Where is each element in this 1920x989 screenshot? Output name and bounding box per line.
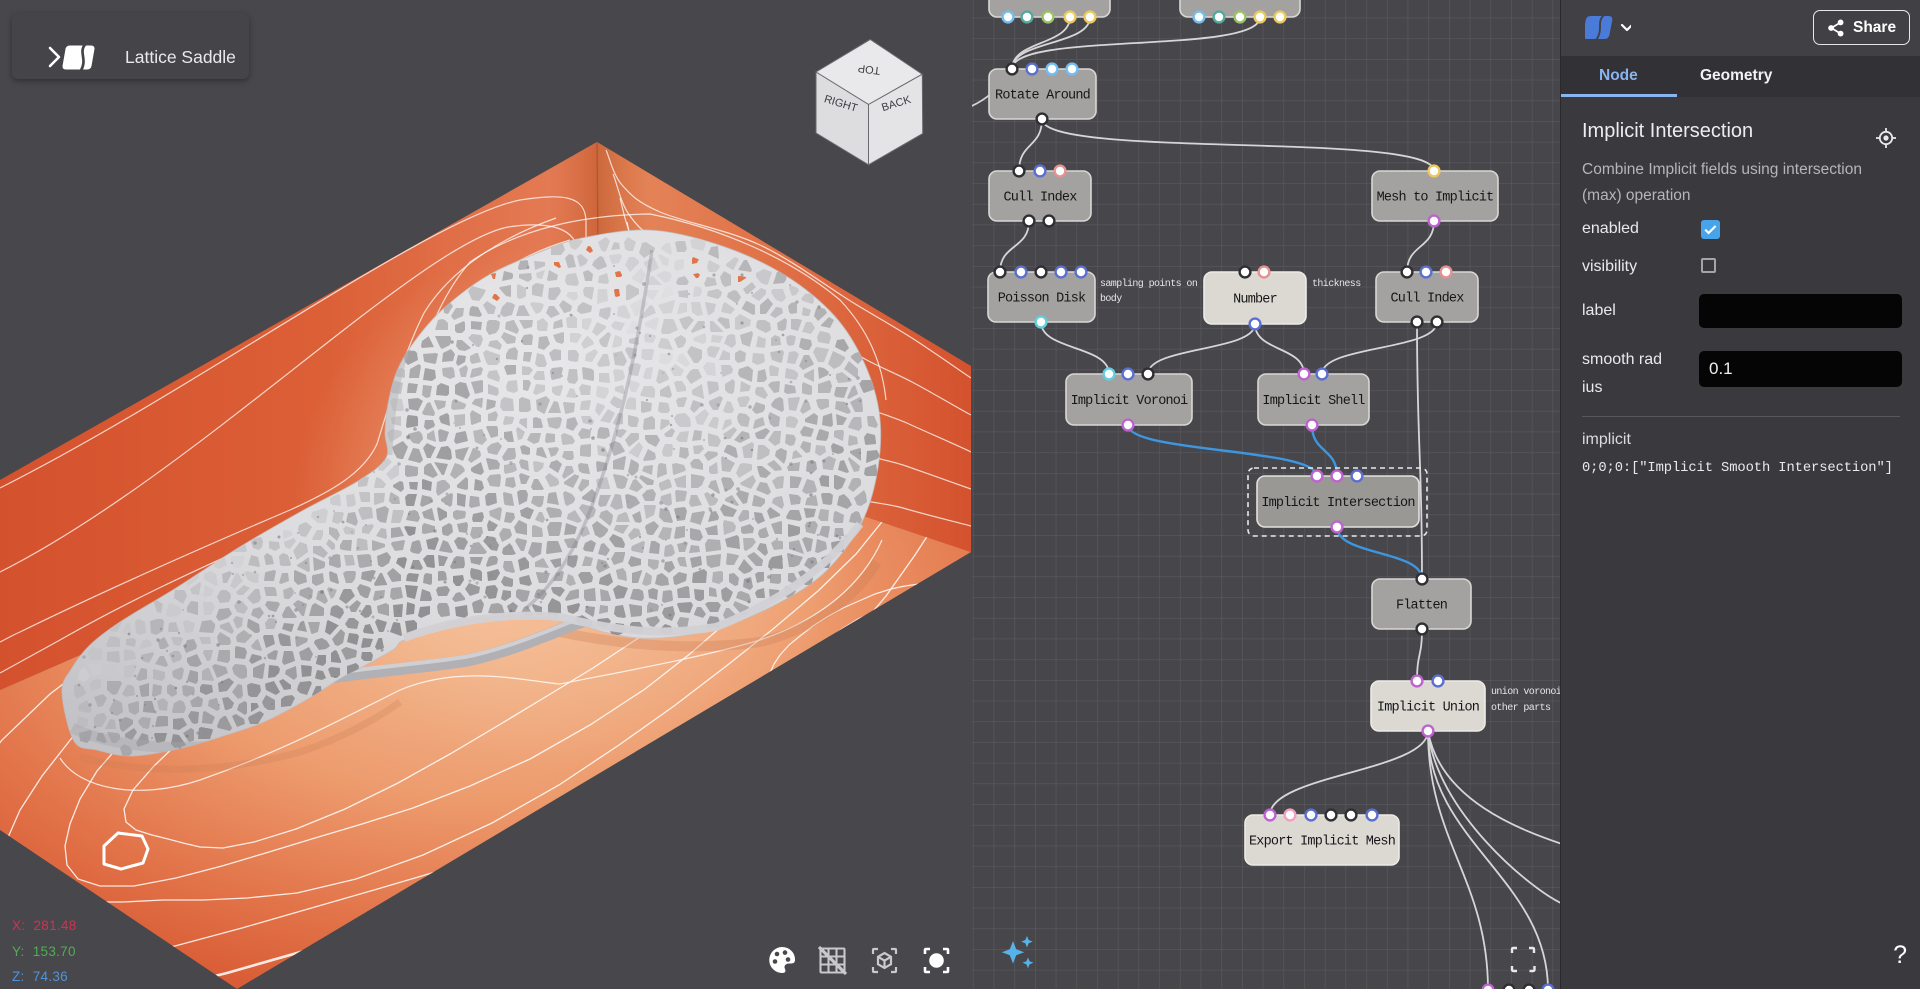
svg-text:union voronoi: union voronoi xyxy=(1491,686,1560,698)
svg-text:thickness: thickness xyxy=(1312,278,1361,290)
svg-text:body: body xyxy=(1100,293,1122,305)
svg-text:Flatten: Flatten xyxy=(1396,599,1447,614)
svg-text:sampling points on: sampling points on xyxy=(1100,278,1198,290)
svg-text:Implicit Shell: Implicit Shell xyxy=(1262,394,1365,409)
svg-text:Poisson Disk: Poisson Disk xyxy=(998,292,1086,307)
svg-text:Cull Index: Cull Index xyxy=(1390,292,1464,307)
svg-text:Implicit Voronoi: Implicit Voronoi xyxy=(1071,394,1189,409)
svg-text:other parts: other parts xyxy=(1491,702,1551,714)
svg-text:Implicit Intersection: Implicit Intersection xyxy=(1261,496,1414,511)
svg-text:Export Implicit Mesh: Export Implicit Mesh xyxy=(1249,835,1395,850)
svg-text:Number: Number xyxy=(1233,293,1277,308)
svg-text:Implicit Union: Implicit Union xyxy=(1377,701,1479,716)
svg-text:Rotate Around: Rotate Around xyxy=(995,89,1090,104)
svg-text:Lattice Saddle: Lattice Saddle xyxy=(125,47,236,67)
svg-text:Cull Index: Cull Index xyxy=(1003,191,1077,206)
svg-text:Mesh to Implicit: Mesh to Implicit xyxy=(1377,191,1494,206)
